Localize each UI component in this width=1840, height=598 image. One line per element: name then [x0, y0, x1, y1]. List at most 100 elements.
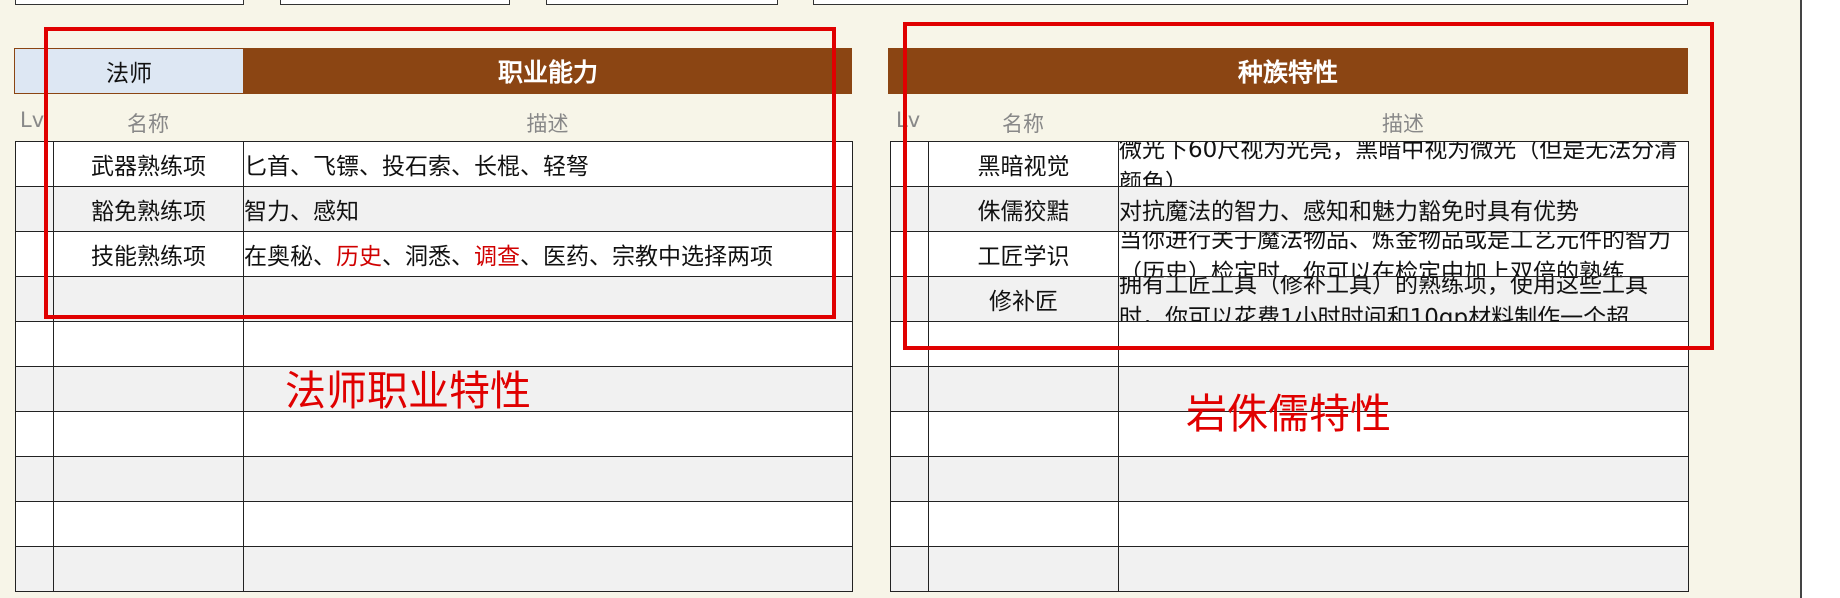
ability-name-cell[interactable]: 技能熟练项 [53, 231, 244, 277]
table-row [890, 456, 1689, 502]
top-cell[interactable] [280, 0, 510, 5]
ability-name-cell[interactable] [53, 546, 244, 592]
table-row [890, 546, 1689, 592]
table-row [15, 456, 853, 502]
trait-name-cell[interactable]: 黑暗视觉 [928, 141, 1119, 187]
race-traits-annotation: 岩侏儒特性 [1186, 390, 1391, 438]
lv-cell[interactable] [15, 546, 54, 592]
trait-desc-cell[interactable] [1118, 546, 1689, 592]
lv-cell[interactable] [890, 411, 929, 457]
ability-name-cell[interactable] [53, 501, 244, 547]
ability-desc-cell[interactable] [243, 546, 853, 592]
trait-name-cell[interactable]: 工匠学识 [928, 231, 1119, 277]
lv-cell[interactable] [15, 231, 54, 277]
lv-cell[interactable] [890, 231, 929, 277]
trait-name-cell[interactable]: 修补匠 [928, 276, 1119, 322]
trait-name-cell[interactable] [928, 321, 1119, 367]
table-row: 武器熟练项 匕首、飞镖、投石索、长棍、轻弩 [15, 141, 853, 187]
trait-desc-cell[interactable] [1118, 321, 1689, 367]
table-row [15, 546, 853, 592]
lv-cell[interactable] [890, 186, 929, 232]
ability-desc-cell[interactable] [243, 411, 853, 457]
lv-cell[interactable] [890, 546, 929, 592]
table-row: 黑暗视觉 微光下60尺视为光亮，黑暗中视为微光（但是无法分清颜色） [890, 141, 1689, 187]
lv-cell[interactable] [890, 141, 929, 187]
ability-name-cell[interactable] [53, 456, 244, 502]
ability-desc-cell[interactable] [243, 276, 853, 322]
table-row: 豁免熟练项 智力、感知 [15, 186, 853, 232]
trait-name-cell[interactable] [928, 546, 1119, 592]
table-row: 修补匠 拥有工匠工具（修补工具）的熟练项，使用这些工具时，你可以花费1小时时间和… [890, 276, 1689, 322]
table-row [890, 321, 1689, 367]
lv-cell[interactable] [890, 321, 929, 367]
ability-desc-cell[interactable] [243, 501, 853, 547]
trait-name-cell[interactable] [928, 456, 1119, 502]
trait-desc-text: 微光下60尺视为光亮，黑暗中视为微光（但是无法分清颜色） [1119, 142, 1678, 186]
trait-desc-text: 当你进行关于魔法物品、炼金物品或是工艺元件的智力（历史）检定时，你可以在检定中加… [1119, 232, 1672, 276]
trait-desc-cell[interactable]: 微光下60尺视为光亮，黑暗中视为微光（但是无法分清颜色） [1118, 141, 1689, 187]
desc-text: 在奥秘、 [244, 244, 337, 270]
desc-text: 、洞悉、 [382, 244, 474, 270]
trait-desc-cell[interactable] [1118, 501, 1689, 547]
trait-desc-text: 拥有工匠工具（修补工具）的熟练项，使用这些工具时，你可以花费1小时时间和10gp… [1119, 277, 1649, 321]
lv-cell[interactable] [15, 186, 54, 232]
class-traits-annotation: 法师职业特性 [285, 367, 531, 415]
name-column-header: 名称 [127, 112, 169, 136]
lv-cell[interactable] [15, 276, 54, 322]
lv-cell[interactable] [15, 501, 54, 547]
table-row [15, 411, 853, 457]
description-column-header: 描述 [1382, 112, 1424, 136]
lv-cell[interactable] [890, 366, 929, 412]
table-row: 工匠学识 当你进行关于魔法物品、炼金物品或是工艺元件的智力（历史）检定时，你可以… [890, 231, 1689, 277]
lv-cell[interactable] [15, 141, 54, 187]
trait-desc-cell[interactable]: 对抗魔法的智力、感知和魅力豁免时具有优势 [1118, 186, 1689, 232]
name-column-header: 名称 [1002, 112, 1044, 136]
top-cell[interactable] [546, 0, 778, 5]
side-panel [1800, 0, 1840, 598]
lv-cell[interactable] [890, 276, 929, 322]
ability-name-cell[interactable]: 豁免熟练项 [53, 186, 244, 232]
ability-desc-cell[interactable]: 匕首、飞镖、投石索、长棍、轻弩 [243, 141, 853, 187]
trait-name-cell[interactable] [928, 366, 1119, 412]
desc-clip: 微光下60尺视为光亮，黑暗中视为微光（但是无法分清颜色） [1119, 142, 1688, 186]
trait-name-cell[interactable] [928, 501, 1119, 547]
trait-desc-cell[interactable]: 拥有工匠工具（修补工具）的熟练项，使用这些工具时，你可以花费1小时时间和10gp… [1118, 276, 1689, 322]
ability-name-cell[interactable] [53, 366, 244, 412]
class-abilities-header: 职业能力 [244, 48, 852, 94]
racial-traits-table: 黑暗视觉 微光下60尺视为光亮，黑暗中视为微光（但是无法分清颜色） 侏儒狡黠 对… [890, 141, 1689, 592]
highlighted-skill: 调查 [474, 244, 520, 270]
lv-cell[interactable] [15, 456, 54, 502]
lv-cell[interactable] [15, 366, 54, 412]
lv-cell[interactable] [890, 456, 929, 502]
lv-cell[interactable] [15, 411, 54, 457]
highlighted-skill: 历史 [336, 244, 382, 270]
ability-desc-cell[interactable]: 智力、感知 [243, 186, 853, 232]
ability-name-cell[interactable]: 武器熟练项 [53, 141, 244, 187]
table-row [890, 501, 1689, 547]
lv-cell[interactable] [890, 501, 929, 547]
top-cell[interactable] [15, 0, 244, 5]
lv-column-header: Lv [896, 108, 921, 132]
top-cell[interactable] [813, 0, 1688, 5]
ability-desc-cell[interactable]: 在奥秘、历史、洞悉、调查、医药、宗教中选择两项 [243, 231, 853, 277]
trait-desc-cell[interactable] [1118, 456, 1689, 502]
trait-name-cell[interactable]: 侏儒狡黠 [928, 186, 1119, 232]
desc-text: 、医药、宗教中选择两项 [520, 244, 773, 270]
description-column-header: 描述 [526, 112, 569, 136]
ability-name-cell[interactable] [53, 411, 244, 457]
ability-desc-cell[interactable] [243, 456, 853, 502]
ability-name-cell[interactable] [53, 276, 244, 322]
racial-traits-header: 种族特性 [888, 48, 1688, 94]
table-row: 侏儒狡黠 对抗魔法的智力、感知和魅力豁免时具有优势 [890, 186, 1689, 232]
desc-clip: 拥有工匠工具（修补工具）的熟练项，使用这些工具时，你可以花费1小时时间和10gp… [1119, 277, 1688, 321]
class-name-cell[interactable]: 法师 [14, 48, 244, 94]
table-row [15, 501, 853, 547]
lv-column-header: Lv [20, 108, 45, 132]
desc-clip: 当你进行关于魔法物品、炼金物品或是工艺元件的智力（历史）检定时，你可以在检定中加… [1119, 232, 1688, 276]
lv-cell[interactable] [15, 321, 54, 367]
table-row [15, 276, 853, 322]
trait-desc-cell[interactable]: 当你进行关于魔法物品、炼金物品或是工艺元件的智力（历史）检定时，你可以在检定中加… [1118, 231, 1689, 277]
ability-name-cell[interactable] [53, 321, 244, 367]
table-row: 技能熟练项 在奥秘、历史、洞悉、调查、医药、宗教中选择两项 [15, 231, 853, 277]
trait-name-cell[interactable] [928, 411, 1119, 457]
